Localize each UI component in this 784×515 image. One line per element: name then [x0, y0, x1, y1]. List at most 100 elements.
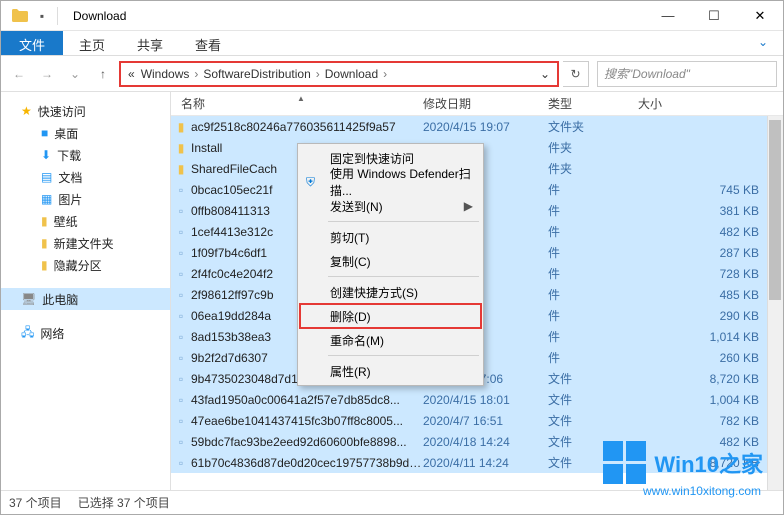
- file-icon: ▫: [171, 183, 191, 197]
- back-button[interactable]: ←: [7, 62, 31, 86]
- window-title: Download: [69, 9, 645, 23]
- file-size: 1,004 KB: [628, 393, 783, 407]
- folder-icon: ▮: [171, 120, 191, 134]
- close-button[interactable]: ✕: [737, 1, 783, 31]
- breadcrumb-item[interactable]: Windows: [138, 67, 193, 81]
- folder-icon: ▮: [41, 214, 48, 228]
- file-size: 782 KB: [628, 414, 783, 428]
- file-icon: ▫: [171, 393, 191, 407]
- status-selected: 已选择 37 个项目: [78, 494, 170, 511]
- search-input[interactable]: 搜索"Download": [597, 61, 777, 87]
- context-menu-item[interactable]: 发送到(N) ▶: [300, 194, 481, 218]
- table-row[interactable]: ▫ 43fad1950a0c00641a2f57e7db85dc8... 202…: [171, 389, 783, 410]
- menuitem-label: 复制(C): [330, 253, 371, 270]
- menuitem-label: 发送到(N): [330, 198, 383, 215]
- status-count: 37 个项目: [9, 494, 62, 511]
- recent-dropdown[interactable]: ⌄: [63, 62, 87, 86]
- file-type: 件: [548, 202, 628, 219]
- menuitem-label: 剪切(T): [330, 229, 369, 246]
- sidebar-item-downloads[interactable]: ⬇下载: [1, 144, 170, 166]
- file-size: 260 KB: [628, 351, 783, 365]
- table-row[interactable]: ▮ ac9f2518c80246a776035611425f9a57 2020/…: [171, 116, 783, 137]
- file-type: 件夹: [548, 139, 628, 156]
- tab-share[interactable]: 共享: [121, 31, 179, 55]
- file-size: 8,720 KB: [628, 372, 783, 386]
- file-date: 2020/4/18 14:24: [423, 435, 548, 449]
- breadcrumb[interactable]: « Windows › SoftwareDistribution › Downl…: [119, 61, 559, 87]
- chevron-right-icon: ▶: [464, 199, 473, 213]
- network-icon: 🖧: [21, 323, 34, 344]
- sort-arrow-icon: ▲: [297, 94, 305, 103]
- minimize-button[interactable]: —: [645, 1, 691, 31]
- file-size: 287 KB: [628, 246, 783, 260]
- file-size: 728 KB: [628, 267, 783, 281]
- context-menu-item[interactable]: 属性(R): [300, 359, 481, 383]
- sidebar-item-pictures[interactable]: ▦图片: [1, 188, 170, 210]
- sidebar-item-desktop[interactable]: ■桌面: [1, 122, 170, 144]
- sidebar-item-newfolder[interactable]: ▮新建文件夹: [1, 232, 170, 254]
- chevron-icon: ›: [192, 67, 200, 81]
- file-name: 61b70c4836d87de0d20cec19757738b9d9...: [191, 456, 423, 470]
- column-name[interactable]: 名称▲: [171, 95, 423, 112]
- context-menu-item[interactable]: 删除(D): [300, 304, 481, 328]
- up-button[interactable]: ↑: [91, 62, 115, 86]
- column-size[interactable]: 大小: [628, 95, 783, 112]
- column-type[interactable]: 类型: [548, 95, 628, 112]
- breadcrumb-item[interactable]: Download: [322, 67, 381, 81]
- chevron-icon: ›: [314, 67, 322, 81]
- table-row[interactable]: ▫ 47eae6be1041437415fc3b07ff8c8005... 20…: [171, 410, 783, 431]
- ribbon-help[interactable]: ⌄: [743, 31, 783, 55]
- context-menu-item[interactable]: 创建快捷方式(S): [300, 280, 481, 304]
- file-date: 2020/4/15 18:01: [423, 393, 548, 407]
- file-icon: ▫: [171, 267, 191, 281]
- sidebar-quick-access[interactable]: ★快速访问: [1, 100, 170, 122]
- ribbon-tabs: 文件 主页 共享 查看 ⌄: [1, 31, 783, 56]
- sidebar-item-hidden[interactable]: ▮隐藏分区: [1, 254, 170, 276]
- title-bar: ▪ Download — ☐ ✕: [1, 1, 783, 31]
- file-icon: ▫: [171, 435, 191, 449]
- file-icon: ▫: [171, 330, 191, 344]
- sidebar-this-pc[interactable]: 🖥此电脑: [1, 288, 170, 310]
- chevron-icon: ›: [381, 67, 389, 81]
- star-icon: ★: [21, 104, 32, 118]
- file-date: 2020/4/11 14:24: [423, 456, 548, 470]
- breadcrumb-dropdown[interactable]: ⌄: [537, 67, 553, 81]
- file-type: 文件: [548, 370, 628, 387]
- nav-sidebar: ★快速访问 ■桌面 ⬇下载 ▤文档 ▦图片 ▮壁纸 ▮新建文件夹 ▮隐藏分区 🖥…: [1, 92, 171, 490]
- scrollbar[interactable]: [767, 116, 783, 490]
- tab-home[interactable]: 主页: [63, 31, 121, 55]
- file-type: 件夹: [548, 160, 628, 177]
- file-type: 件: [548, 223, 628, 240]
- folder-icon: [9, 8, 31, 24]
- refresh-button[interactable]: ↻: [563, 61, 589, 87]
- sidebar-network[interactable]: 🖧网络: [1, 322, 170, 344]
- quick-access-dropdown[interactable]: ▪: [31, 9, 53, 23]
- scroll-thumb[interactable]: [769, 120, 781, 300]
- file-icon: ▫: [171, 288, 191, 302]
- context-menu: 固定到快速访问⛨使用 Windows Defender扫描...发送到(N)▶剪…: [297, 143, 484, 386]
- file-type: 文件夹: [548, 118, 628, 135]
- file-size: 745 KB: [628, 183, 783, 197]
- file-type: 文件: [548, 412, 628, 429]
- watermark-logo: Win10之家 www.win10xitong.com: [603, 441, 763, 484]
- maximize-button[interactable]: ☐: [691, 1, 737, 31]
- context-menu-item[interactable]: 剪切(T): [300, 225, 481, 249]
- nav-bar: ← → ⌄ ↑ « Windows › SoftwareDistribution…: [1, 56, 783, 92]
- tab-view[interactable]: 查看: [179, 31, 237, 55]
- file-size: 381 KB: [628, 204, 783, 218]
- breadcrumb-item[interactable]: SoftwareDistribution: [200, 67, 313, 81]
- forward-button[interactable]: →: [35, 62, 59, 86]
- context-menu-item[interactable]: 复制(C): [300, 249, 481, 273]
- file-tab[interactable]: 文件: [1, 31, 63, 55]
- context-menu-item[interactable]: ⛨使用 Windows Defender扫描...: [300, 170, 481, 194]
- folder-icon: ▮: [171, 162, 191, 176]
- logo-brand: Win10之家: [654, 447, 763, 479]
- logo-url: www.win10xitong.com: [643, 484, 761, 498]
- file-name: 43fad1950a0c00641a2f57e7db85dc8...: [191, 393, 423, 407]
- sidebar-item-wallpaper[interactable]: ▮壁纸: [1, 210, 170, 232]
- file-icon: ▫: [171, 414, 191, 428]
- sidebar-item-documents[interactable]: ▤文档: [1, 166, 170, 188]
- column-date[interactable]: 修改日期: [423, 95, 548, 112]
- context-menu-item[interactable]: 重命名(M): [300, 328, 481, 352]
- file-date: 2020/4/7 16:51: [423, 414, 548, 428]
